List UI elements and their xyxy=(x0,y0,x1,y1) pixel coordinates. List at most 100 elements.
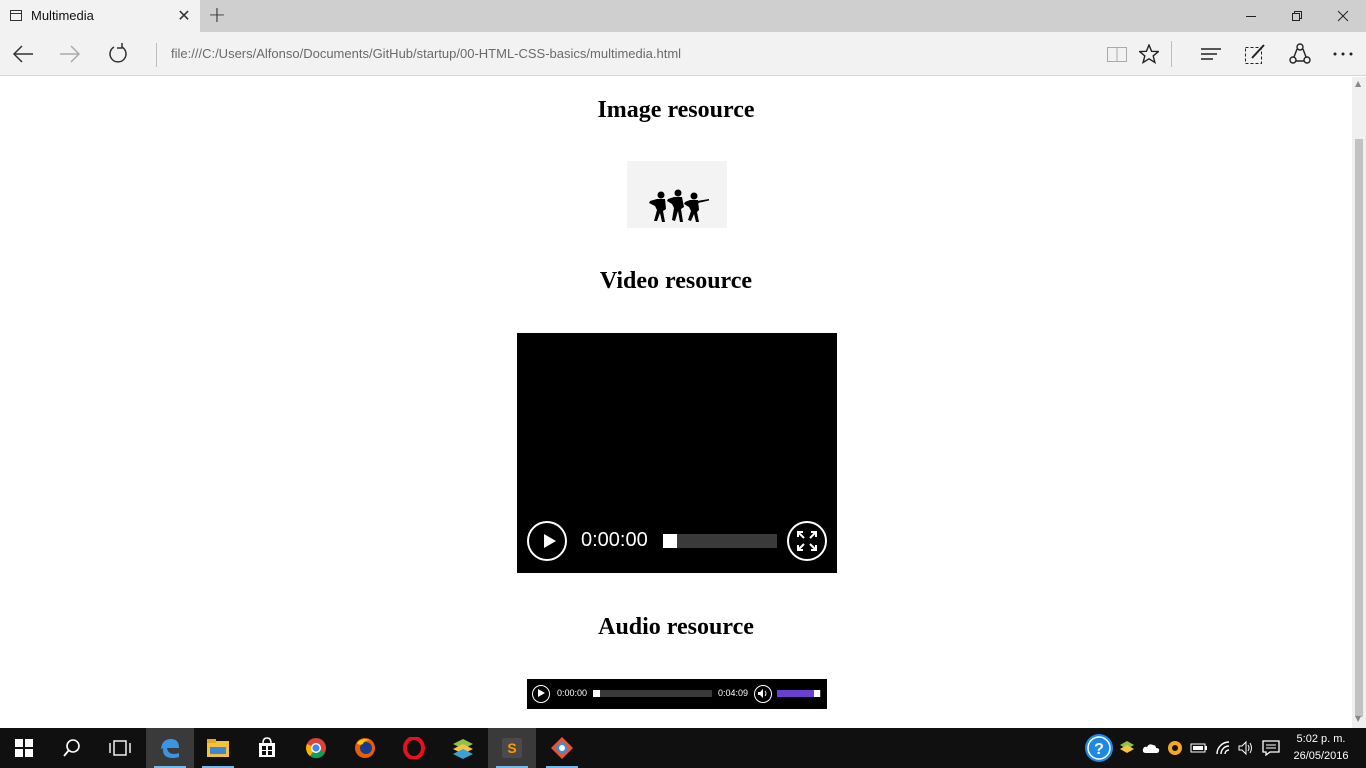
scroll-down-icon[interactable]: ▼ xyxy=(1355,714,1361,723)
tray-battery[interactable] xyxy=(1190,738,1208,758)
fullscreen-button[interactable] xyxy=(787,521,827,561)
page-icon xyxy=(10,10,22,21)
chrome-icon xyxy=(306,738,326,759)
store-icon xyxy=(259,737,275,757)
task-view-button[interactable] xyxy=(96,728,144,768)
start-button[interactable] xyxy=(0,728,48,768)
help-button[interactable]: ? xyxy=(1084,733,1114,763)
restore-button[interactable] xyxy=(1274,0,1320,32)
taskbar-chrome[interactable] xyxy=(292,728,340,768)
tray-onedrive[interactable] xyxy=(1142,738,1160,758)
search-icon xyxy=(63,739,80,757)
help-icon: ? xyxy=(1085,734,1113,762)
taskbar: S ? 5:02 p. m. 26/05/2016 xyxy=(0,728,1366,768)
scroll-thumb[interactable] xyxy=(1355,139,1363,717)
mute-button[interactable] xyxy=(754,685,772,703)
tab-title: Multimedia xyxy=(31,8,94,23)
svg-text:S: S xyxy=(507,740,516,756)
refresh-icon xyxy=(109,43,127,63)
forward-arrow-icon xyxy=(60,45,81,63)
tray-bluestacks[interactable] xyxy=(1118,738,1136,758)
taskbar-edge[interactable] xyxy=(146,728,194,768)
audio-current-time: 0:00:00 xyxy=(557,688,588,698)
tray-network[interactable] xyxy=(1215,738,1233,758)
video-seek-bar[interactable] xyxy=(663,534,777,548)
firefox-icon xyxy=(355,738,375,758)
audio-seek-bar[interactable] xyxy=(593,690,712,697)
taskbar-opera[interactable] xyxy=(390,728,438,768)
audio-play-button[interactable] xyxy=(532,685,550,703)
volume-thumb[interactable] xyxy=(814,690,821,697)
opera-icon xyxy=(403,737,425,759)
favorite-button[interactable] xyxy=(1126,32,1172,76)
taskbar-firefox[interactable] xyxy=(341,728,389,768)
navigation-bar: file:///C:/Users/Alfonso/Documents/GitHu… xyxy=(0,32,1366,76)
reading-view-icon xyxy=(1107,47,1127,62)
forward-button[interactable] xyxy=(47,32,93,76)
task-view-icon xyxy=(109,740,131,756)
new-tab-button[interactable]: + xyxy=(205,4,229,28)
scroll-up-icon[interactable]: ▲ xyxy=(1355,79,1361,88)
taskbar-search-button[interactable] xyxy=(48,728,96,768)
onedrive-icon xyxy=(1142,744,1160,753)
sublime-text-icon: S xyxy=(502,738,522,758)
clock-time: 5:02 p. m. xyxy=(1296,733,1346,745)
video-heading: Video resource xyxy=(599,268,753,294)
minimize-button[interactable] xyxy=(1228,0,1274,32)
taskbar-store[interactable] xyxy=(243,728,291,768)
web-note-button[interactable] xyxy=(1232,32,1278,76)
vertical-scrollbar[interactable]: ▲ ▼ xyxy=(1352,77,1366,728)
browser-tab[interactable]: Multimedia ✕ xyxy=(0,0,200,32)
audio-seek-thumb[interactable] xyxy=(593,690,600,697)
share-icon xyxy=(1289,43,1311,64)
back-arrow-icon xyxy=(12,45,33,63)
svg-text:?: ? xyxy=(1094,741,1104,758)
taskbar-git[interactable] xyxy=(538,728,586,768)
back-button[interactable] xyxy=(0,32,46,76)
edge-icon xyxy=(161,739,179,758)
taskbar-bluestacks[interactable] xyxy=(439,728,487,768)
dancers-silhouette-icon xyxy=(649,189,709,222)
volume-level xyxy=(777,690,815,697)
file-explorer-icon xyxy=(207,739,229,757)
video-play-button[interactable] xyxy=(527,521,567,561)
action-center-button[interactable] xyxy=(1262,738,1280,758)
wifi-icon xyxy=(1216,741,1230,755)
audio-heading: Audio resource xyxy=(598,614,754,640)
tab-bar: Multimedia ✕ + xyxy=(0,0,1366,32)
dancers-image xyxy=(627,161,727,228)
address-separator xyxy=(156,43,157,67)
address-bar[interactable]: file:///C:/Users/Alfonso/Documents/GitHu… xyxy=(171,46,681,61)
audio-player[interactable]: 0:00:00 0:04:09 xyxy=(527,679,827,709)
clock-date: 26/05/2016 xyxy=(1293,750,1349,762)
video-seek-thumb[interactable] xyxy=(663,534,677,548)
volume-icon xyxy=(1238,740,1252,756)
bluestacks-tray-icon xyxy=(1120,741,1134,753)
restore-icon xyxy=(1292,11,1302,21)
minimize-icon xyxy=(1246,16,1256,17)
tray-volume[interactable] xyxy=(1237,738,1255,758)
hub-icon xyxy=(1201,48,1221,60)
taskbar-sublime-text[interactable]: S xyxy=(488,728,536,768)
share-button[interactable] xyxy=(1277,32,1323,76)
star-icon xyxy=(1139,44,1159,64)
windows-icon xyxy=(15,739,33,757)
hub-button[interactable] xyxy=(1188,32,1234,76)
close-window-button[interactable] xyxy=(1320,0,1366,32)
close-tab-button[interactable]: ✕ xyxy=(176,6,192,26)
web-note-icon xyxy=(1245,44,1265,64)
volume-slider[interactable] xyxy=(777,690,821,697)
more-icon xyxy=(1333,52,1353,56)
video-player[interactable]: 0:00:00 xyxy=(517,333,837,573)
toolbar-separator xyxy=(1171,41,1172,67)
refresh-button[interactable] xyxy=(95,32,141,76)
more-button[interactable] xyxy=(1320,32,1366,76)
fullscreen-icon xyxy=(797,531,817,551)
tray-app[interactable] xyxy=(1166,738,1184,758)
taskbar-clock[interactable]: 5:02 p. m. 26/05/2016 xyxy=(1286,731,1356,765)
git-icon xyxy=(551,737,573,759)
notifications-icon xyxy=(1262,740,1280,756)
audio-duration: 0:04:09 xyxy=(718,688,749,698)
battery-icon xyxy=(1190,743,1207,753)
taskbar-file-explorer[interactable] xyxy=(194,728,242,768)
